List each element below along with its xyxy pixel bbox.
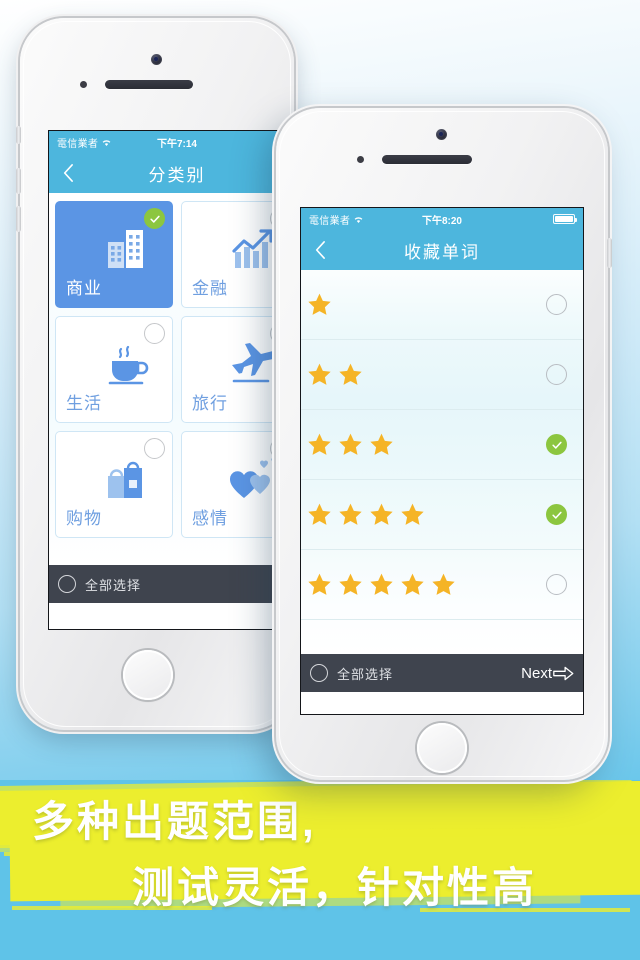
- brush-streak: [4, 852, 90, 856]
- nav-bar-front: 收藏单词: [301, 230, 583, 270]
- table-row[interactable]: [301, 480, 583, 550]
- star-icon: [401, 573, 424, 595]
- check-icon: [551, 441, 562, 449]
- category-grid: 商业 金融 生活 旅行 购物 感情: [55, 201, 299, 538]
- star-icon: [308, 503, 331, 525]
- select-all-checkbox[interactable]: [310, 664, 328, 682]
- category-label: 金融: [192, 279, 228, 298]
- table-row[interactable]: [301, 410, 583, 480]
- select-all-label: 全部选择: [85, 577, 142, 593]
- shopping-bag-icon: [108, 461, 142, 498]
- banner-headline-2: 测试灵活，针对性高: [132, 864, 538, 911]
- back-button[interactable]: [301, 241, 339, 259]
- earpiece-speaker-icon: [382, 155, 472, 164]
- phone-device-front: 電信業者 下午8:20 收藏单词 全部选择 Next: [276, 108, 612, 780]
- banner-headline-1: 多种出题范围,: [32, 798, 317, 845]
- proximity-iconsensor: [357, 156, 364, 163]
- bar-chart-icon: [232, 229, 273, 268]
- category-list-body: 商业 金融 生活 旅行 购物 感情: [49, 193, 305, 565]
- star-icon: [339, 573, 362, 595]
- chevron-left-icon: [63, 164, 73, 182]
- table-row[interactable]: [301, 270, 583, 340]
- category-label: 感情: [192, 509, 228, 528]
- row-checkbox[interactable]: [546, 504, 567, 525]
- proximity-sensor-icon: [80, 81, 87, 88]
- screen-favorite-words: 電信業者 下午8:20 收藏单词 全部选择 Next: [300, 207, 584, 715]
- star-icon: [308, 293, 331, 315]
- category-card-business[interactable]: 商业: [55, 201, 173, 308]
- list-empty-space: [301, 620, 583, 654]
- star-icon: [339, 433, 362, 455]
- star-icon: [308, 433, 331, 455]
- star-icon: [370, 573, 393, 595]
- row-checkbox[interactable]: [546, 294, 567, 315]
- wifi-icon: [354, 216, 363, 223]
- star-group: [307, 292, 546, 317]
- star-group: [307, 432, 546, 457]
- row-checkbox[interactable]: [546, 364, 567, 385]
- home-button[interactable]: [123, 650, 173, 700]
- front-camera-icon: [436, 129, 447, 140]
- volume-up-button[interactable]: [16, 168, 21, 194]
- category-label: 生活: [66, 394, 102, 413]
- category-label: 旅行: [192, 394, 228, 413]
- next-button[interactable]: Next: [521, 665, 574, 682]
- promo-stage: 多种出题范围, 测试灵活，针对性高 電信業者 下午7:14 分类别 商业 金融 …: [0, 0, 640, 960]
- table-row[interactable]: [301, 340, 583, 410]
- category-label: 商业: [66, 279, 102, 298]
- star-group: [307, 362, 546, 387]
- star-icon: [339, 503, 362, 525]
- earpiece-speaker-icon: [105, 80, 193, 89]
- star-icon: [308, 363, 331, 385]
- hearts-icon: [229, 457, 277, 498]
- star-group: [307, 502, 546, 527]
- star-group: [307, 572, 546, 597]
- row-checkbox[interactable]: [546, 434, 567, 455]
- arrow-right-icon: [553, 666, 574, 680]
- back-button[interactable]: [49, 164, 87, 182]
- check-icon: [149, 215, 160, 223]
- airplane-icon: [232, 343, 278, 383]
- page-title: 分类别: [148, 165, 206, 185]
- buildings-icon: [108, 230, 143, 268]
- select-all-checkbox[interactable]: [58, 575, 76, 593]
- power-button[interactable]: [607, 238, 612, 268]
- carrier-label: 電信業者: [57, 138, 99, 150]
- bottom-toolbar-back: 全部选择: [49, 565, 305, 603]
- category-label: 购物: [66, 509, 102, 528]
- row-checkbox[interactable]: [546, 574, 567, 595]
- battery-icon: [553, 214, 577, 224]
- star-icon: [308, 573, 331, 595]
- nav-bar-back: 分类别: [49, 153, 305, 193]
- star-icon: [339, 363, 362, 385]
- status-left-group: 電信業者: [309, 212, 364, 227]
- carrier-label: 電信業者: [309, 215, 351, 227]
- star-icon: [370, 433, 393, 455]
- front-camera-icon: [151, 54, 162, 65]
- star-icon: [432, 573, 455, 595]
- star-rating-list: [301, 270, 583, 654]
- volume-down-button[interactable]: [16, 206, 21, 232]
- coffee-cup-icon: [108, 345, 149, 385]
- category-card-shopping[interactable]: 购物: [55, 431, 173, 538]
- chevron-left-icon: [315, 241, 325, 259]
- promo-banner: 多种出题范围, 测试灵活，针对性高: [0, 780, 640, 960]
- next-label: Next: [521, 664, 552, 682]
- wifi-icon: [102, 139, 111, 146]
- status-left-group: 電信業者: [57, 135, 112, 150]
- screen-category-select: 電信業者 下午7:14 分类别 商业 金融 生活 旅行 购物 感情 全部选择: [48, 130, 306, 630]
- star-icon: [401, 503, 424, 525]
- table-row[interactable]: [301, 550, 583, 620]
- status-bar-front: 電信業者 下午8:20: [301, 208, 583, 230]
- mute-switch[interactable]: [16, 126, 21, 144]
- select-all-label: 全部选择: [337, 666, 394, 682]
- page-title: 收藏单词: [404, 242, 480, 262]
- bottom-toolbar-front: 全部选择 Next: [301, 654, 583, 692]
- phone-device-back: 電信業者 下午7:14 分类别 商业 金融 生活 旅行 购物 感情 全部选择: [16, 18, 306, 730]
- category-card-life[interactable]: 生活: [55, 316, 173, 423]
- star-icon: [370, 503, 393, 525]
- status-bar-back: 電信業者 下午7:14: [49, 131, 305, 153]
- home-button[interactable]: [417, 723, 467, 773]
- check-icon: [551, 511, 562, 519]
